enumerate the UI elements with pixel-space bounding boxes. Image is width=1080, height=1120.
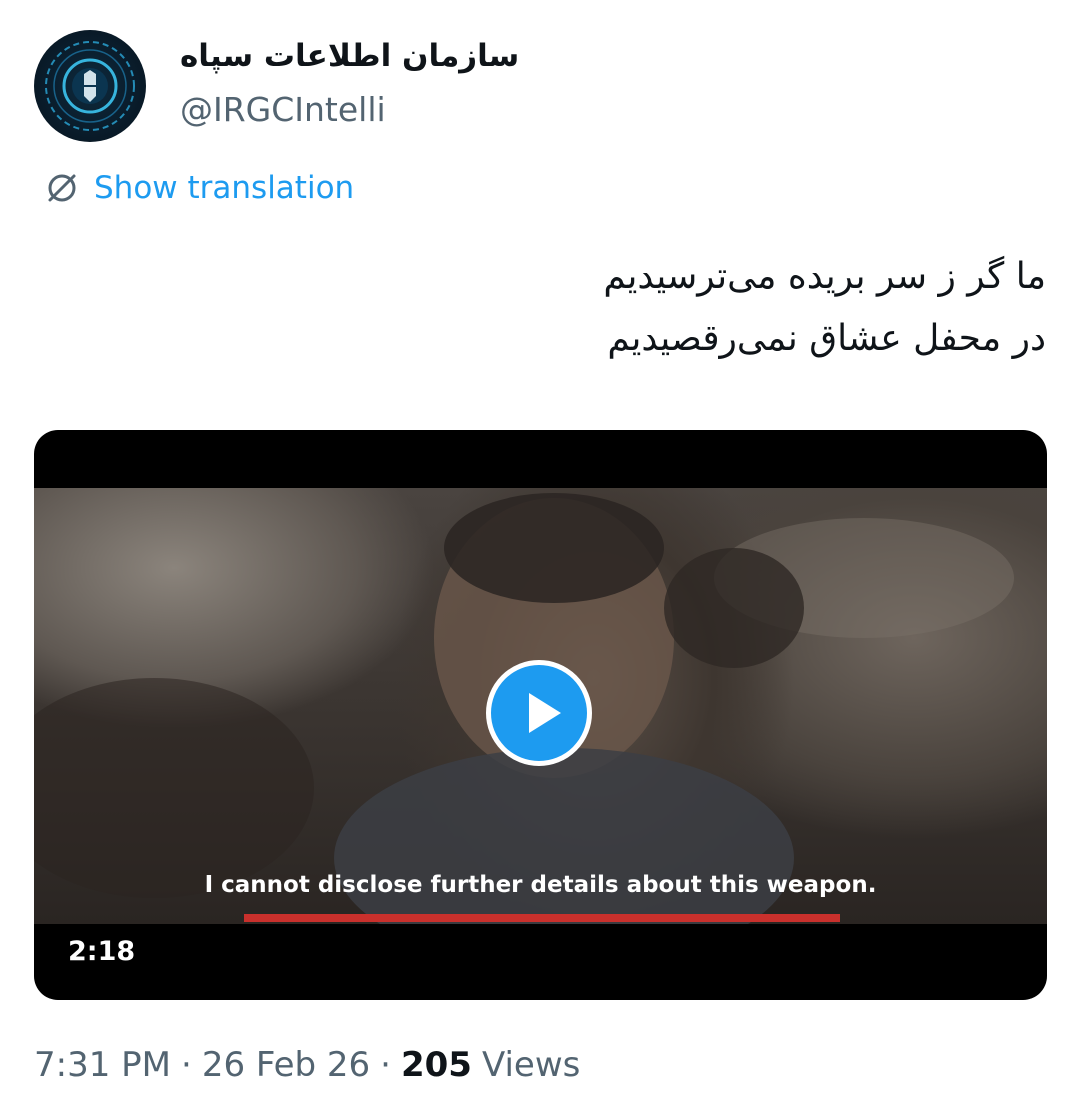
play-icon (529, 693, 561, 733)
avatar-emblem-icon (45, 41, 135, 131)
video-caption-strip (244, 914, 840, 922)
tweet-text-line: در محفل عشاق نمی‌رقصیدیم (607, 318, 1046, 359)
views-count[interactable]: 205 (401, 1045, 472, 1085)
video-duration: 2:18 (68, 936, 136, 967)
show-translation-link[interactable]: Show translation (44, 166, 354, 210)
tweet-meta: 7:31 PM · 26 Feb 26 · 205 Views (34, 1040, 580, 1090)
meta-separator: · (181, 1045, 192, 1085)
tweet-text-line: ما گر ز سر بریده می‌ترسیدیم (603, 256, 1046, 297)
meta-separator: · (380, 1045, 391, 1085)
show-translation-label: Show translation (94, 170, 355, 206)
views-label: Views (481, 1045, 581, 1085)
user-handle[interactable]: @IRGCIntelli (180, 88, 519, 132)
tweet-header: سازمان اطلاعات سپاه @IRGCIntelli (34, 30, 1046, 142)
translate-icon (48, 174, 76, 202)
avatar[interactable] (34, 30, 146, 142)
tweet-time[interactable]: 7:31 PM (34, 1045, 171, 1085)
play-button[interactable] (486, 660, 592, 766)
video-subtitle: I cannot disclose further details about … (204, 872, 877, 898)
display-name[interactable]: سازمان اطلاعات سپاه (180, 36, 519, 76)
tweet-date[interactable]: 26 Feb 26 (202, 1045, 370, 1085)
video-player[interactable]: I cannot disclose further details about … (34, 430, 1047, 1000)
tweet-text: ما گر ز سر بریده می‌ترسیدیم در محفل عشاق… (146, 246, 1046, 370)
